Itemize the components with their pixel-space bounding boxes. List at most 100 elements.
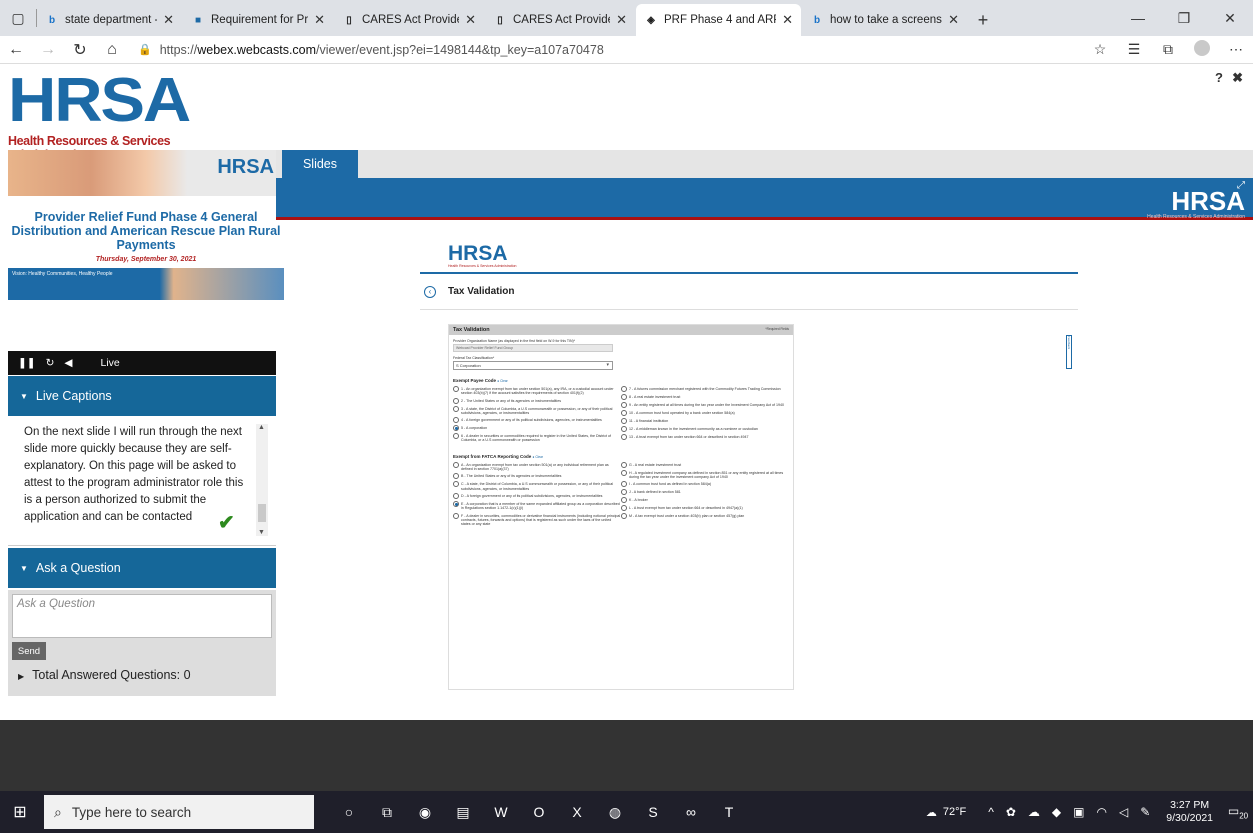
radio-option: 11 - A financial institution [621,418,789,424]
clock[interactable]: 3:27 PM 9/30/2021 [1166,799,1213,825]
loop-icon[interactable]: ∞ [672,804,710,821]
radio-icon [621,402,627,408]
tab-close-icon[interactable]: ✕ [163,12,174,28]
tab-close-icon[interactable]: ✕ [314,12,325,28]
live-captions-header[interactable]: ▼ Live Captions [8,376,276,416]
tab-close-icon[interactable]: ✕ [465,12,476,28]
edge-icon[interactable]: ◉ [406,804,444,821]
scroll-up-icon[interactable]: ▲ [258,424,265,431]
close-window-icon[interactable]: ✕ [1207,0,1253,36]
file-explorer-icon[interactable]: ▤ [444,804,482,821]
back-icon[interactable]: ← [0,36,32,64]
profile-icon[interactable] [1185,40,1219,59]
forward-icon[interactable]: → [32,36,64,64]
browser-tabbar: ▢ b state department - Bing ✕ ■ Requirement … [0,0,1253,36]
tab-close-icon[interactable]: ✕ [616,12,627,28]
class-select: S Corporation [453,361,613,370]
checkmark-icon: ✔ [218,512,235,534]
browser-tab[interactable]: ▯ CARES Act Provider Relief ✕ [485,4,635,36]
tab-slides[interactable]: Slides [282,150,358,178]
radio-label: B - The United States or any of its agen… [461,474,562,479]
new-tab-button[interactable]: + [968,4,998,36]
collections-icon[interactable]: ⧉ [1151,41,1185,58]
more-icon[interactable]: ⋯ [1219,41,1253,58]
teams-icon[interactable]: T [710,804,748,821]
cortana-icon[interactable]: ○ [330,804,368,821]
radio-option: 9 - An entity registered at all times du… [621,402,789,408]
browser-tab[interactable]: ▯ CARES Act Provider Relief ✕ [334,4,484,36]
captions-scrollbar[interactable]: ▲ ▼ [256,424,268,536]
tray-app-icon[interactable]: ✿ [1006,805,1016,819]
windows-start-icon[interactable]: ⊞ [0,802,40,822]
excel-icon[interactable]: X [558,804,596,821]
live-captions-label: Live Captions [35,389,112,403]
word-icon[interactable]: W [482,804,520,821]
total-answered-toggle[interactable]: ▶ Total Answered Questions: 0 [18,668,191,682]
send-button[interactable]: Send [12,642,46,660]
tab-list: b state department - Bing ✕ ■ Requirement fo… [37,4,968,36]
volume-icon[interactable]: ◀ [64,357,72,369]
org-label: Provider Organization Name (as displayed… [453,339,576,343]
slides-tabstrip: Slides [276,150,1253,178]
close-icon[interactable]: ✖ [1232,70,1243,86]
radio-label: 10 - A common trust fund operated by a b… [629,411,735,415]
radio-label: F - A dealer in securities, commodities … [461,513,621,527]
onedrive-icon[interactable]: ☁ [1028,805,1040,819]
tab-close-icon[interactable]: ✕ [948,12,959,28]
browser-tab[interactable]: b how to take a screenshot ✕ [802,4,967,36]
taskbar-search[interactable]: ⌕ Type here to search [44,795,314,829]
page-icon: ▯ [497,14,503,26]
weather-widget[interactable]: ☁ 72°F [926,806,966,819]
pause-icon[interactable]: ❚❚ [18,357,36,369]
radio-option: F - A dealer in securities, commodities … [453,512,621,527]
browser-tab[interactable]: ◈ PRF Phase 4 and ARP ✕ [636,4,801,36]
radio-label: J - A bank defined in section 581 [629,490,681,495]
radio-label: 4 - A foreign government or any of its p… [461,418,602,423]
favorites-icon[interactable]: ☰ [1117,41,1151,58]
radio-icon [621,386,627,392]
scroll-thumb[interactable] [258,504,266,522]
radio-option: 1 - An organization exempt from tax unde… [453,386,621,396]
radio-icon [621,513,627,520]
lock-icon[interactable]: 🔒 [138,43,152,56]
fatca-options: A - An organization exempt from tax unde… [453,461,789,530]
outlook-icon[interactable]: O [520,804,558,821]
player-background [0,720,1253,791]
task-view-icon[interactable]: ⧉ [368,804,406,821]
refresh-icon[interactable]: ↻ [64,36,96,64]
security-icon[interactable]: ◆ [1052,805,1061,819]
favorite-add-icon[interactable]: ☆ [1083,41,1117,58]
network-display-icon[interactable]: ▣ [1073,805,1084,819]
tab-actions-icon[interactable]: ▢ [0,0,36,36]
weather-temp: 72°F [942,806,967,818]
wifi-icon[interactable]: ◠ [1097,805,1107,819]
clock-time: 3:27 PM [1170,799,1210,811]
question-input[interactable]: Ask a Question [12,594,272,638]
restore-icon[interactable]: ❐ [1161,0,1207,36]
pen-icon[interactable]: ✎ [1140,805,1150,819]
tab-title: CARES Act Provider Relief [513,14,610,26]
chrome-icon[interactable]: ◍ [596,804,634,821]
reload-icon[interactable]: ↻ [46,357,55,369]
notification-icon[interactable]: ▭20 [1223,804,1253,820]
skype-icon[interactable]: S [634,804,672,821]
radio-option: I - A common trust fund as defined in se… [621,481,789,488]
home-icon[interactable]: ⌂ [96,36,128,64]
scroll-down-icon[interactable]: ▼ [258,529,265,536]
url-path: /viewer/event.jsp?ei=1498144&tp_key=a107… [316,42,604,57]
radio-label: 2 - The United States or any of its agen… [461,398,562,403]
radio-option: J - A bank defined in section 581 [621,489,789,496]
browser-tab[interactable]: ■ Requirement for Proof of I ✕ [183,4,333,36]
browser-tab[interactable]: b state department - Bing ✕ [37,4,182,36]
radio-label: E - A corporation that is a member of th… [461,501,620,511]
ask-question-header[interactable]: ▼ Ask a Question [8,548,276,588]
feedback-tab: Feedback [1066,335,1072,369]
volume-tray-icon[interactable]: ◁ [1119,805,1128,819]
window-controls: — ❐ ✕ [1115,0,1253,36]
show-hidden-icon[interactable]: ^ [988,805,994,819]
url-field[interactable]: 🔒 https://webex.webcasts.com/viewer/even… [138,43,1083,57]
tab-close-icon[interactable]: ✕ [782,12,793,28]
caret-down-icon: ▼ [20,391,28,401]
help-icon[interactable]: ? [1215,70,1223,85]
minimize-icon[interactable]: — [1115,0,1161,36]
